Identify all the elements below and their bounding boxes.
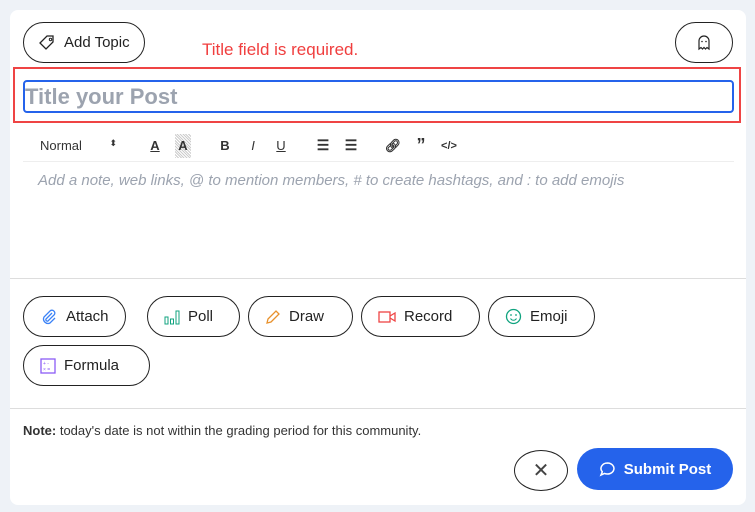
emoji-label: Emoji [530, 308, 568, 325]
poll-button[interactable]: Poll [147, 296, 240, 337]
paperclip-icon [42, 309, 56, 324]
format-select-value: Normal [40, 138, 82, 153]
divider [10, 278, 746, 279]
formula-label: Formula [64, 357, 120, 374]
select-arrows-icon: ⬍ [109, 138, 117, 148]
close-icon: ✕ [532, 460, 550, 482]
link-icon[interactable]: 🔗︎ [379, 134, 407, 158]
bullet-list-icon[interactable]: ☰ [337, 134, 365, 158]
text-color-icon[interactable]: A [141, 134, 169, 158]
code-icon[interactable]: </> [435, 134, 463, 158]
quote-icon[interactable]: ” [407, 134, 435, 158]
underline-icon[interactable]: U [267, 134, 295, 158]
editor-body[interactable]: Add a note, web links, @ to mention memb… [38, 172, 624, 189]
record-label: Record [404, 308, 453, 325]
record-button[interactable]: Record [361, 296, 480, 337]
title-input[interactable] [23, 80, 734, 113]
submit-label: Submit Post [623, 460, 712, 478]
add-topic-label: Add Topic [64, 34, 130, 51]
tag-icon [39, 34, 54, 50]
cancel-button[interactable]: ✕ [514, 450, 568, 491]
pencil-icon [266, 309, 280, 324]
chat-bubble-icon [599, 461, 615, 476]
bold-icon[interactable]: B [211, 134, 239, 158]
calculator-icon: + -× = [40, 357, 56, 374]
format-select[interactable]: Normal ⬍ [23, 138, 123, 153]
divider [10, 408, 746, 409]
italic-icon[interactable]: I [239, 134, 267, 158]
bar-chart-icon [164, 310, 180, 324]
ordered-list-icon[interactable]: ☰ [309, 134, 337, 158]
ghost-icon [698, 34, 710, 50]
add-topic-button[interactable]: Add Topic [23, 22, 145, 63]
draw-label: Draw [289, 308, 325, 325]
formula-button[interactable]: + - × = Formula [23, 345, 150, 386]
smiley-icon [505, 308, 522, 325]
draw-button[interactable]: Draw [248, 296, 353, 337]
submit-post-button[interactable]: Submit Post [577, 448, 733, 490]
attach-button[interactable]: Attach [23, 296, 126, 337]
video-camera-icon [378, 310, 396, 323]
svg-text:× =: × = [43, 367, 50, 373]
poll-label: Poll [188, 308, 214, 325]
editor-toolbar: Normal ⬍ A A B I U ☰ ☰ 🔗︎ ” </> [23, 130, 734, 162]
post-composer: Add Topic Title field is required. Norma… [10, 10, 746, 505]
note-text: today's date is not within the grading p… [56, 423, 422, 438]
note-label: Note: [23, 423, 57, 438]
attach-label: Attach [66, 308, 109, 325]
title-error-message: Title field is required. [202, 40, 359, 59]
highlight-icon[interactable]: A [175, 133, 191, 158]
anonymous-button[interactable] [675, 22, 733, 63]
emoji-button[interactable]: Emoji [488, 296, 595, 337]
grading-note: Note: today's date is not within the gra… [23, 423, 421, 438]
